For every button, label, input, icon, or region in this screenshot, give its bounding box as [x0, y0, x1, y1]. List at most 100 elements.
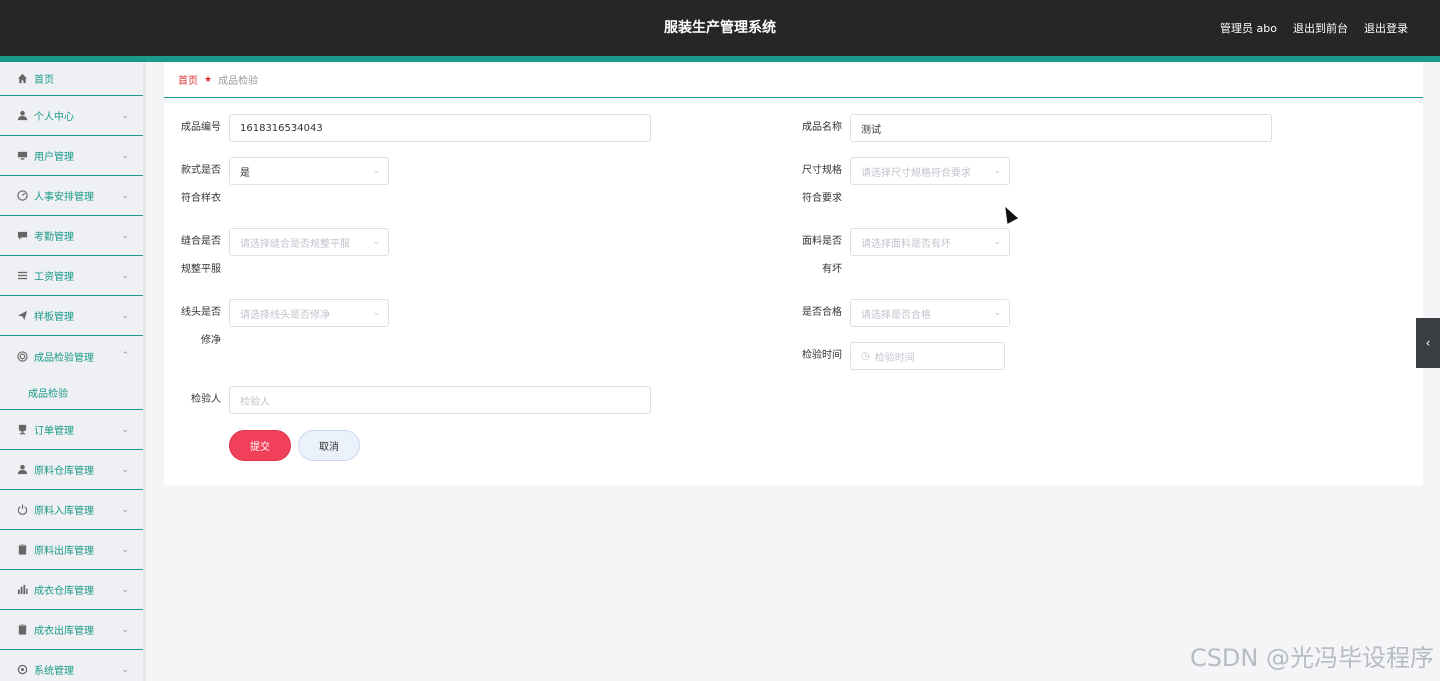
- submit-button[interactable]: 提交: [229, 430, 291, 461]
- sewing-placeholder: 请选择缝合是否规整平服: [240, 238, 350, 250]
- size-spec-placeholder: 请选择尺寸规格符合要求: [861, 167, 971, 179]
- top-links: 管理员 abo 退出到前台 退出登录: [1220, 0, 1408, 56]
- inspector-placeholder: 检验人: [240, 396, 270, 408]
- clipboard-icon: [16, 544, 28, 556]
- sidebar-item-material-inbound[interactable]: 原料入库管理 ⌄: [0, 490, 143, 530]
- chevron-down-icon: ⌄: [372, 237, 380, 247]
- product-no-value: 1618316534043: [240, 122, 323, 134]
- sidebar: 首页 个人中心 ⌄ 用户管理 ⌄ 人事安排管理 ⌄ 考勤管理 ⌄ 工资管理 ⌄: [0, 62, 146, 681]
- sidebar-item-label: 成衣仓库管理: [34, 586, 94, 597]
- inspector-input[interactable]: 检验人: [229, 386, 651, 414]
- cancel-button[interactable]: 取消: [298, 430, 360, 461]
- inspect-time-label: 检验时间: [802, 350, 842, 361]
- sidebar-item-inspection-management[interactable]: 成品检验管理 ⌃: [0, 336, 143, 376]
- inspect-time-picker[interactable]: ◷ 检验时间: [850, 342, 1005, 370]
- qualified-select[interactable]: 请选择是否合格 ⌄: [850, 299, 1010, 327]
- chevron-down-icon: ⌄: [121, 230, 129, 241]
- product-name-input[interactable]: 测试: [850, 114, 1272, 142]
- exit-to-frontend-link[interactable]: 退出到前台: [1293, 20, 1348, 36]
- chevron-down-icon: ⌄: [121, 504, 129, 515]
- size-spec-label-2: 符合要求: [802, 193, 842, 204]
- sidebar-item-home[interactable]: 首页: [0, 62, 143, 96]
- sidebar-item-system[interactable]: 系统管理 ⌄: [0, 650, 143, 681]
- size-spec-label: 尺寸规格: [802, 165, 842, 176]
- chevron-down-icon: ⌄: [993, 166, 1001, 176]
- style-match-value: 是: [240, 167, 250, 179]
- fabric-placeholder: 请选择面料是否有坏: [861, 238, 951, 250]
- thread-label: 线头是否: [181, 307, 221, 318]
- chevron-down-icon: ⌄: [121, 664, 129, 675]
- sidebar-item-user-management[interactable]: 用户管理 ⌄: [0, 136, 143, 176]
- sidebar-item-label: 人事安排管理: [34, 192, 94, 203]
- sidebar-subitem-inspection[interactable]: 成品检验: [0, 376, 143, 410]
- star-icon: ★: [204, 74, 213, 85]
- style-match-label-2: 符合样衣: [181, 193, 221, 204]
- inspector-label: 检验人: [191, 394, 221, 405]
- sidebar-item-material-warehouse[interactable]: 原料仓库管理 ⌄: [0, 450, 143, 490]
- dashboard-icon: [16, 190, 28, 202]
- chevron-down-icon: ⌄: [372, 166, 380, 176]
- sidebar-item-label: 样板管理: [34, 312, 74, 323]
- list-icon: [16, 270, 28, 282]
- target-icon: [16, 350, 28, 362]
- sidebar-subitem-label: 成品检验: [28, 389, 68, 400]
- clock-icon: ◷: [861, 350, 870, 362]
- sidebar-item-personal-center[interactable]: 个人中心 ⌄: [0, 96, 143, 136]
- admin-user-link[interactable]: 管理员 abo: [1220, 20, 1277, 36]
- sidebar-item-sample[interactable]: 样板管理 ⌄: [0, 296, 143, 336]
- size-spec-select[interactable]: 请选择尺寸规格符合要求 ⌄: [850, 157, 1010, 185]
- watermark: CSDN @光冯毕设程序: [1189, 644, 1434, 672]
- qualified-placeholder: 请选择是否合格: [861, 309, 931, 321]
- sidebar-item-salary[interactable]: 工资管理 ⌄: [0, 256, 143, 296]
- chevron-down-icon: ⌄: [121, 110, 129, 121]
- sidebar-item-label: 订单管理: [34, 426, 74, 437]
- chevron-down-icon: ⌄: [121, 544, 129, 555]
- product-name-label: 成品名称: [802, 122, 842, 133]
- sidebar-item-hr-management[interactable]: 人事安排管理 ⌄: [0, 176, 143, 216]
- chevron-down-icon: ⌄: [121, 310, 129, 321]
- user-icon: [16, 464, 28, 476]
- sidebar-item-label: 工资管理: [34, 272, 74, 283]
- sidebar-item-label: 系统管理: [34, 666, 74, 677]
- side-panel-toggle[interactable]: ‹: [1416, 318, 1440, 368]
- product-no-input[interactable]: 1618316534043: [229, 114, 651, 142]
- send-icon: [16, 310, 28, 322]
- sidebar-item-label: 原料入库管理: [34, 506, 94, 517]
- sewing-select[interactable]: 请选择缝合是否规整平服 ⌄: [229, 228, 389, 256]
- sidebar-item-garment-outbound[interactable]: 成衣出库管理 ⌄: [0, 610, 143, 650]
- sidebar-item-garment-warehouse[interactable]: 成衣仓库管理 ⌄: [0, 570, 143, 610]
- sidebar-item-label: 首页: [34, 75, 54, 86]
- chevron-down-icon: ⌄: [121, 624, 129, 635]
- fabric-select[interactable]: 请选择面料是否有坏 ⌄: [850, 228, 1010, 256]
- chevron-left-icon: ‹: [1425, 336, 1431, 350]
- chevron-down-icon: ⌄: [121, 270, 129, 281]
- sidebar-item-label: 原料仓库管理: [34, 466, 94, 477]
- chevron-down-icon: ⌄: [993, 237, 1001, 247]
- breadcrumb-current: 成品检验: [218, 76, 259, 87]
- chevron-down-icon: ⌄: [372, 308, 380, 318]
- thread-label-2: 修净: [201, 335, 221, 346]
- qualified-label: 是否合格: [802, 307, 842, 318]
- sidebar-item-orders[interactable]: 订单管理 ⌄: [0, 410, 143, 450]
- fabric-label-2: 有坏: [822, 264, 842, 275]
- style-match-label: 款式是否: [181, 165, 221, 176]
- breadcrumb: 首页 ★ 成品检验: [164, 62, 1423, 98]
- logout-link[interactable]: 退出登录: [1364, 20, 1408, 36]
- cup-icon: [16, 424, 28, 436]
- sidebar-item-material-outbound[interactable]: 原料出库管理 ⌄: [0, 530, 143, 570]
- sidebar-item-label: 个人中心: [34, 112, 74, 123]
- chevron-down-icon: ⌄: [121, 424, 129, 435]
- breadcrumb-home[interactable]: 首页: [178, 72, 198, 87]
- style-match-select[interactable]: 是 ⌄: [229, 157, 389, 185]
- sidebar-item-attendance[interactable]: 考勤管理 ⌄: [0, 216, 143, 256]
- sewing-label-2: 规整平服: [181, 264, 221, 275]
- thread-select[interactable]: 请选择线头是否修净 ⌄: [229, 299, 389, 327]
- fabric-label: 面料是否: [802, 236, 842, 247]
- sidebar-item-label: 考勤管理: [34, 232, 74, 243]
- chevron-down-icon: ⌄: [121, 584, 129, 595]
- chevron-down-icon: ⌄: [121, 464, 129, 475]
- chat-icon: [16, 230, 28, 242]
- home-icon: [16, 73, 28, 85]
- chart-icon: [16, 584, 28, 596]
- product-no-label: 成品编号: [181, 122, 221, 133]
